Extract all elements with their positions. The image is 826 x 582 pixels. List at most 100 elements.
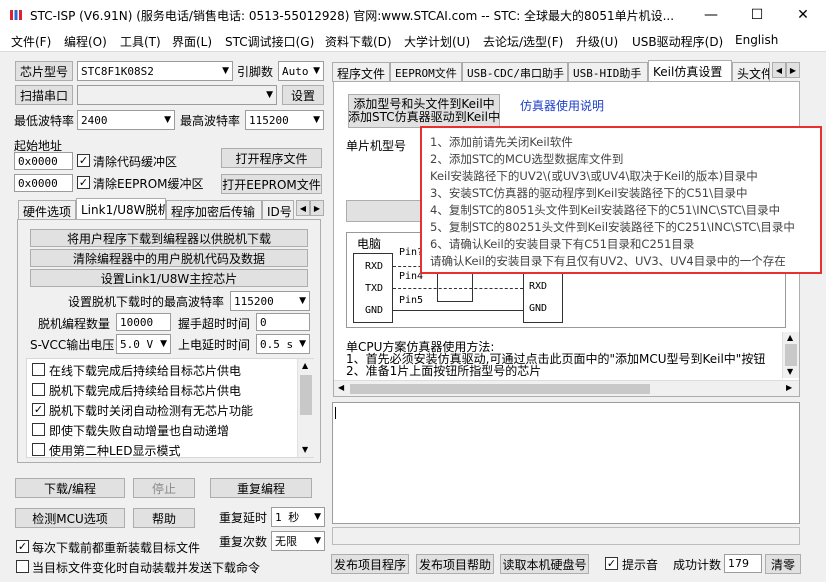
scroll-thumb[interactable]: [785, 344, 797, 366]
method-scrollbar[interactable]: ▲ ▼: [782, 332, 799, 378]
tab-encrypt[interactable]: 程序加密后传输: [166, 200, 262, 220]
open-program-button[interactable]: 打开程序文件: [221, 148, 322, 168]
maximize-icon[interactable]: ☐: [734, 0, 780, 30]
chevron-down-icon: ▼: [299, 339, 306, 349]
download-to-programmer-button[interactable]: 将用户程序下载到编程器以供脱机下载: [30, 229, 308, 247]
clear-code-checkbox[interactable]: ✓: [77, 154, 90, 167]
scroll-thumb[interactable]: [300, 375, 312, 415]
menu-program[interactable]: 编程(O): [64, 33, 107, 50]
tab-eeprom-file[interactable]: EEPROM文件: [390, 62, 462, 82]
publish-help-button[interactable]: 发布项目帮助: [416, 554, 494, 574]
close-icon[interactable]: ✕: [780, 0, 826, 30]
repeat-delay-select[interactable]: 1 秒 ▼: [271, 507, 325, 527]
clear-eeprom-checkbox[interactable]: ✓: [77, 176, 90, 189]
menu-forum[interactable]: 去论坛/选型(F): [483, 33, 563, 50]
pin5-label: Pin5: [399, 295, 424, 306]
chip-type-button[interactable]: 芯片型号: [15, 61, 73, 81]
tab-usb-hid[interactable]: USB-HID助手: [568, 62, 648, 82]
mcu-rxd: RXD: [529, 281, 548, 292]
addr1-input[interactable]: 0x0000: [14, 152, 73, 170]
menu-file[interactable]: 文件(F): [11, 33, 51, 50]
menu-university[interactable]: 大学计划(U): [404, 33, 470, 50]
publish-program-button[interactable]: 发布项目程序: [331, 554, 409, 574]
log-output[interactable]: [332, 402, 800, 524]
scroll-down-icon[interactable]: ▼: [302, 445, 308, 454]
tab-program-file[interactable]: 程序文件: [332, 62, 390, 82]
option-checkbox[interactable]: ✓: [32, 403, 45, 416]
scroll-up-icon[interactable]: ▲: [302, 361, 308, 370]
menu-usb-driver[interactable]: USB驱动程序(D): [632, 33, 723, 50]
menu-debug[interactable]: STC调试接口(G): [225, 33, 314, 50]
menu-interface[interactable]: 界面(L): [172, 33, 212, 50]
tab-scroll-right-icon[interactable]: ▶: [310, 200, 324, 216]
window-title: STC-ISP (V6.91N) (服务电话/销售电话: 0513-550129…: [30, 9, 675, 23]
tab-hardware-options[interactable]: 硬件选项: [18, 200, 76, 220]
menu-upgrade[interactable]: 升级(U): [576, 33, 618, 50]
horizontal-scrollbar[interactable]: ◀ ▶: [334, 380, 799, 396]
add-to-keil-button[interactable]: 添加型号和头文件到Keil中 添加STC仿真器驱动到Keil中: [348, 94, 500, 128]
open-eeprom-button[interactable]: 打开EEPROM文件: [221, 174, 322, 194]
menu-bar: 文件(F) 编程(O) 工具(T) 界面(L) STC调试接口(G) 资料下载(…: [0, 30, 826, 52]
menu-tools[interactable]: 工具(T): [120, 33, 161, 50]
scroll-left-icon[interactable]: ◀: [338, 383, 344, 392]
svcc-value: 5.0 V: [120, 337, 154, 351]
clear-count-button[interactable]: 清零: [765, 554, 801, 574]
detect-mcu-button[interactable]: 检测MCU选项: [15, 508, 125, 528]
reload-checkbox[interactable]: ✓: [16, 540, 29, 553]
option-label: 脱机下载时关闭自动检测有无芯片功能: [49, 404, 254, 418]
set-master-chip-button[interactable]: 设置Link1/U8W主控芯片: [30, 269, 308, 287]
offline-count-input[interactable]: 10000: [116, 313, 171, 331]
tab-scroll-right-icon[interactable]: ▶: [786, 62, 800, 78]
options-scrollbar[interactable]: ▲ ▼: [297, 359, 314, 457]
tab-header-file[interactable]: 头文件: [732, 62, 770, 82]
min-baud-select[interactable]: 2400 ▼: [77, 110, 175, 130]
menu-english[interactable]: English: [735, 33, 778, 47]
option-label: 在线下载完成后持续给目标芯片供电: [49, 364, 242, 378]
repeat-count-select[interactable]: 无限 ▼: [271, 531, 325, 551]
scroll-up-icon[interactable]: ▲: [787, 333, 793, 342]
chevron-down-icon: ▼: [160, 339, 167, 349]
port-select[interactable]: ▼: [77, 85, 277, 105]
add-to-keil-line2: 添加STC仿真器驱动到Keil中: [348, 110, 500, 124]
scroll-down-icon[interactable]: ▼: [787, 367, 793, 376]
addr2-input[interactable]: 0x0000: [14, 174, 73, 192]
read-disk-sn-button[interactable]: 读取本机硬盘号: [500, 554, 589, 574]
emulator-doc-link[interactable]: 仿真器使用说明: [520, 97, 604, 114]
tab-usb-cdc[interactable]: USB-CDC/串口助手: [462, 62, 568, 82]
tab-id[interactable]: ID号: [262, 200, 294, 220]
tab-scroll-left-icon[interactable]: ◀: [772, 62, 786, 78]
offline-max-baud-select[interactable]: 115200 ▼: [230, 291, 310, 311]
settings-button[interactable]: 设置: [282, 85, 324, 105]
download-program-button[interactable]: 下载/编程: [15, 478, 125, 498]
timeout-input[interactable]: 0: [256, 313, 310, 331]
chip-type-select[interactable]: STC8F1K08S2 ▼: [77, 61, 233, 81]
scan-port-button[interactable]: 扫描串口: [15, 85, 73, 105]
menu-download[interactable]: 资料下载(D): [325, 33, 392, 50]
tab-offline[interactable]: Link1/U8W脱机: [76, 198, 166, 220]
scroll-thumb[interactable]: [350, 384, 650, 394]
help-button[interactable]: 帮助: [133, 508, 195, 528]
max-baud-select[interactable]: 115200 ▼: [245, 110, 324, 130]
chevron-down-icon: ▼: [313, 115, 320, 125]
progress-bar: [332, 527, 800, 545]
option-checkbox[interactable]: [32, 423, 45, 436]
option-checkbox[interactable]: [32, 443, 45, 456]
tab-keil-settings[interactable]: Keil仿真设置: [648, 60, 732, 82]
auto-load-checkbox[interactable]: [16, 560, 29, 573]
stop-button[interactable]: 停止: [133, 478, 195, 498]
chevron-down-icon: ▼: [266, 90, 273, 100]
timeout-label: 握手超时时间: [178, 317, 251, 331]
option-label: 使用第二种LED显示模式: [49, 444, 181, 458]
tab-scroll-left-icon[interactable]: ◀: [296, 200, 310, 216]
option-checkbox[interactable]: [32, 363, 45, 376]
svcc-select[interactable]: 5.0 V ▼: [116, 334, 171, 354]
minimize-icon[interactable]: —: [688, 0, 734, 30]
pin-count-select[interactable]: Auto ▼: [278, 61, 324, 81]
power-delay-select[interactable]: 0.5 s ▼: [256, 334, 310, 354]
beep-checkbox[interactable]: ✓: [605, 557, 618, 570]
clear-programmer-button[interactable]: 清除编程器中的用户脱机代码及数据: [30, 249, 308, 267]
scroll-right-icon[interactable]: ▶: [786, 383, 792, 392]
pin-count-label: 引脚数: [237, 65, 274, 79]
option-checkbox[interactable]: [32, 383, 45, 396]
reprogram-button[interactable]: 重复编程: [210, 478, 312, 498]
